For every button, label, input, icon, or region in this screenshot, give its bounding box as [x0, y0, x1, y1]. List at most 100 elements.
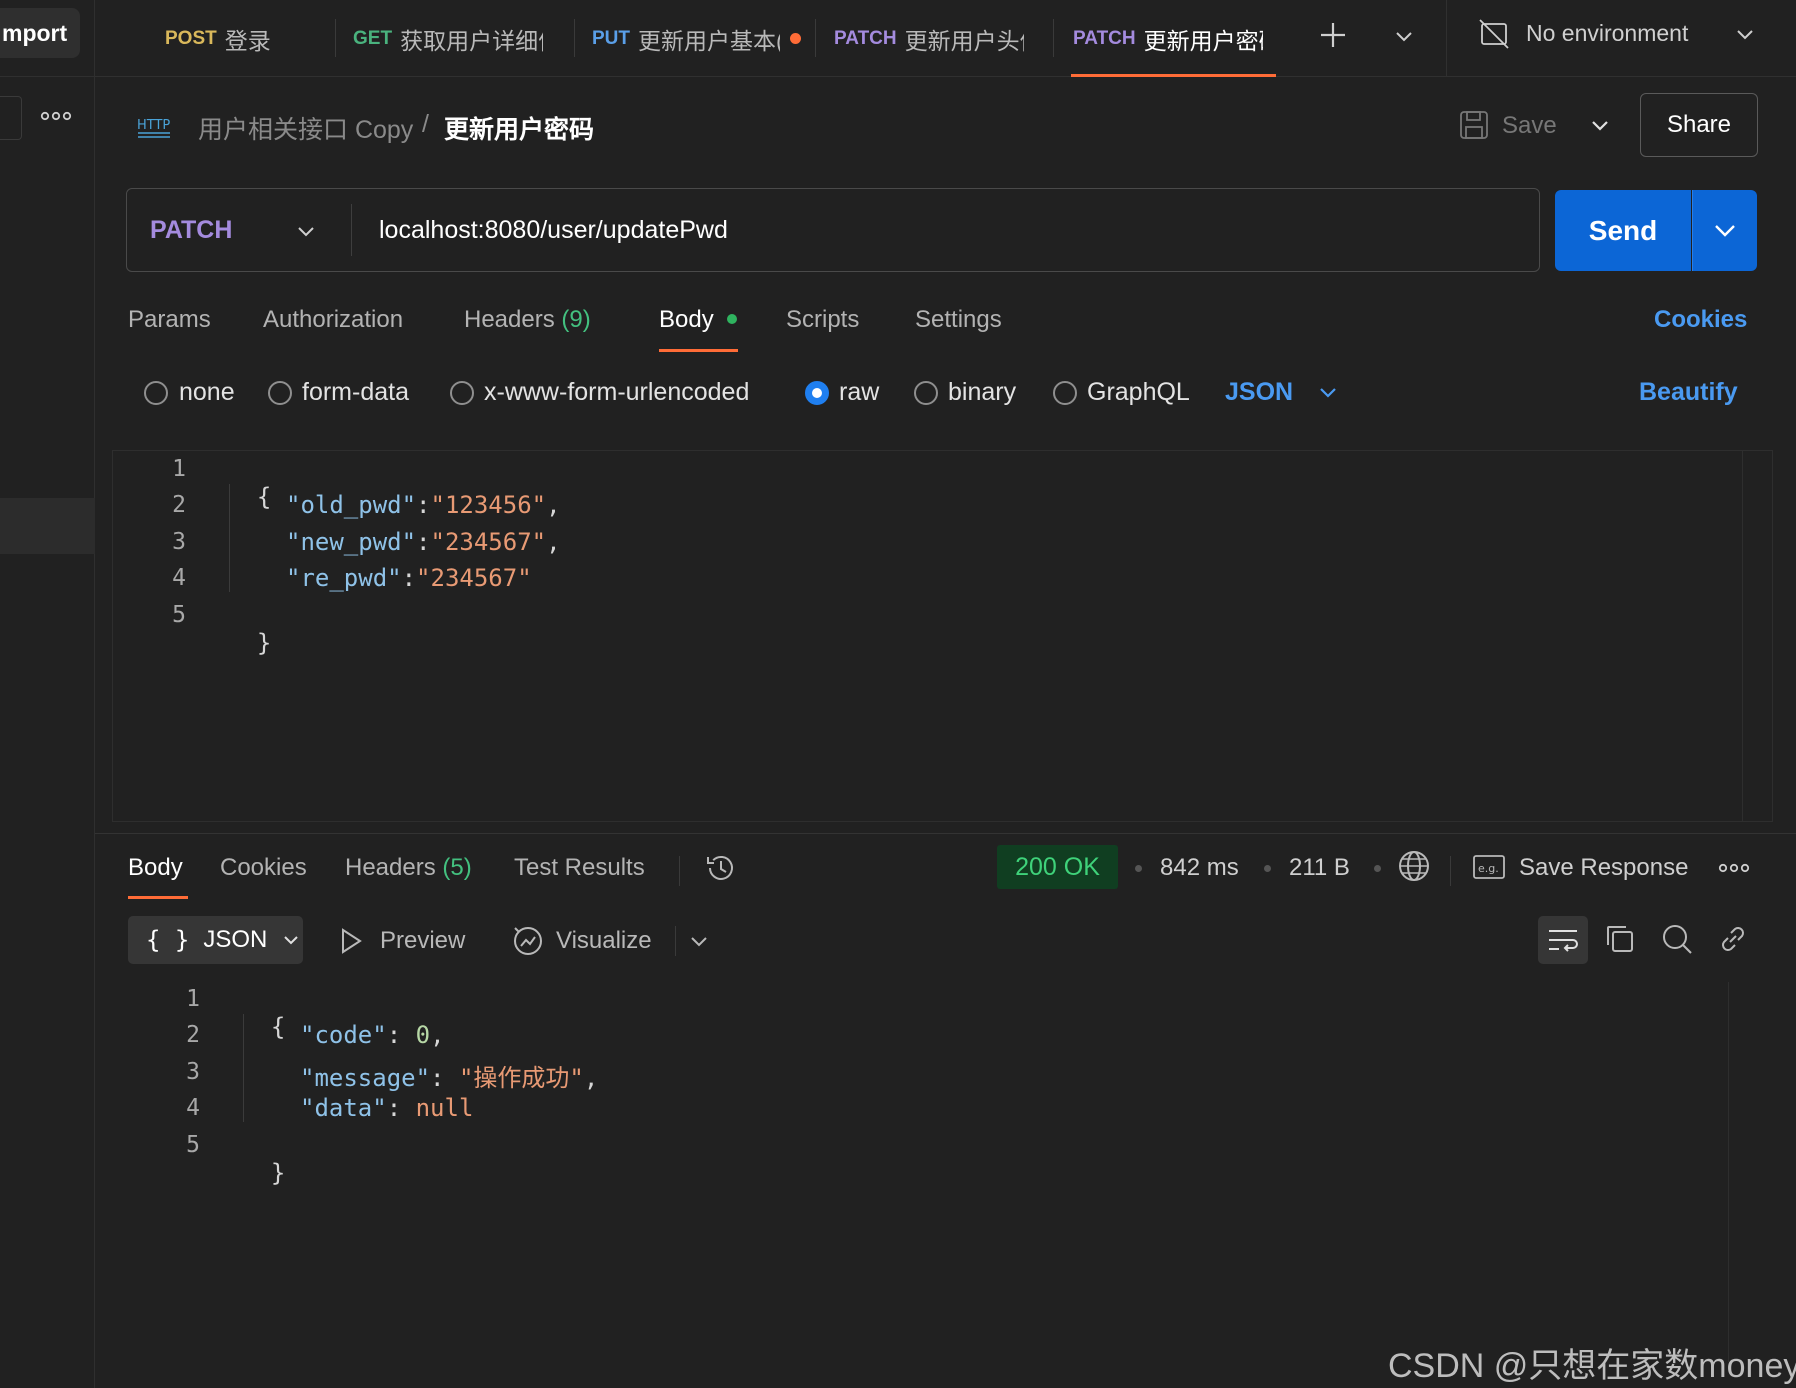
play-icon[interactable]: [338, 927, 364, 955]
tab-login[interactable]: POST 登录: [165, 0, 325, 77]
new-tab-plus-icon[interactable]: [1318, 20, 1348, 50]
pane-resize-handle[interactable]: [95, 833, 1796, 834]
meta-dot-separator: [1374, 865, 1381, 872]
tab-scripts[interactable]: Scripts: [786, 306, 859, 334]
json-brace: {: [256, 483, 272, 511]
json-brace: }: [270, 1159, 286, 1187]
tab-name: 登录: [224, 27, 271, 54]
line-number: 4: [186, 1095, 200, 1121]
tab-settings[interactable]: Settings: [915, 306, 1002, 334]
sidebar-selected-item[interactable]: [0, 498, 95, 554]
tab-update-user-info[interactable]: PUT 更新用户基本(: [592, 0, 804, 77]
tab-update-password[interactable]: PATCH 更新用户密码: [1073, 0, 1263, 77]
response-tab-headers[interactable]: Headers (5): [345, 854, 472, 882]
cookies-link[interactable]: Cookies: [1654, 306, 1747, 334]
svg-text:HTTP: HTTP: [137, 118, 170, 133]
line-number: 1: [186, 986, 200, 1012]
breadcrumb-collection[interactable]: 用户相关接口 Copy: [198, 110, 413, 146]
code-line: {: [228, 455, 271, 511]
json-string: "234567": [416, 564, 532, 592]
tabs-chevron-down-icon[interactable]: [1392, 24, 1416, 48]
send-options-button[interactable]: [1692, 190, 1757, 271]
radio-form-data-label[interactable]: form-data: [302, 378, 409, 407]
save-chevron-down-icon[interactable]: [1588, 113, 1612, 137]
radio-graphql-label[interactable]: GraphQL: [1087, 378, 1190, 407]
tab-body[interactable]: Body: [659, 306, 714, 334]
sidebar-more-icon[interactable]: [40, 102, 72, 130]
response-tab-test-results[interactable]: Test Results: [514, 854, 645, 882]
radio-raw[interactable]: [805, 381, 829, 405]
environment-selector[interactable]: No environment: [1526, 20, 1688, 47]
save-button[interactable]: Save: [1502, 112, 1557, 140]
copy-icon[interactable]: [1603, 922, 1637, 956]
wrap-lines-icon: [1549, 930, 1578, 952]
line-number: 2: [186, 1022, 200, 1048]
visualize-button[interactable]: Visualize: [556, 927, 652, 955]
radio-urlencoded[interactable]: [450, 381, 474, 405]
visualize-chevron-down-icon[interactable]: [687, 929, 711, 953]
radio-binary-label[interactable]: binary: [948, 378, 1016, 407]
watermark: CSDN @只想在家数money: [1388, 1347, 1796, 1385]
network-globe-icon[interactable]: [1397, 849, 1431, 883]
visualize-icon[interactable]: [511, 924, 545, 958]
breadcrumb-request-name[interactable]: 更新用户密码: [444, 110, 594, 146]
language-select[interactable]: JSON: [1225, 378, 1293, 407]
response-size[interactable]: 211 B: [1289, 854, 1350, 882]
link-icon[interactable]: [1716, 922, 1750, 956]
environment-chevron-down-icon[interactable]: [1733, 22, 1757, 46]
preview-button[interactable]: Preview: [380, 927, 465, 955]
json-key: "data": [300, 1094, 387, 1122]
url-input[interactable]: localhost:8080/user/updatePwd: [379, 216, 728, 245]
radio-binary[interactable]: [914, 381, 938, 405]
line-number: 5: [172, 602, 186, 628]
radio-none-label[interactable]: none: [179, 378, 235, 407]
tab-headers[interactable]: Headers (9): [464, 306, 591, 334]
line-number: 2: [172, 492, 186, 518]
history-icon[interactable]: [704, 851, 738, 885]
wrap-lines-button[interactable]: [1538, 916, 1588, 964]
radio-raw-label[interactable]: raw: [839, 378, 879, 407]
response-editor-scrollbar[interactable]: [1728, 982, 1729, 1362]
save-icon[interactable]: [1458, 109, 1490, 141]
format-chevron-down-icon: [284, 936, 299, 945]
response-tab-cookies[interactable]: Cookies: [220, 854, 307, 882]
json-comma: ,: [546, 491, 561, 519]
beautify-button[interactable]: Beautify: [1639, 378, 1738, 407]
tab-authorization[interactable]: Authorization: [263, 306, 403, 334]
sidebar: [0, 0, 95, 1388]
radio-graphql[interactable]: [1053, 381, 1077, 405]
response-time[interactable]: 842 ms: [1160, 854, 1239, 882]
import-button[interactable]: mport: [0, 8, 80, 58]
json-string: "234567": [430, 528, 547, 556]
tab-get-user-info[interactable]: GET 获取用户详细信: [353, 0, 543, 77]
radio-none[interactable]: [144, 381, 168, 405]
language-chevron-down-icon[interactable]: [1316, 380, 1340, 404]
tab-params[interactable]: Params: [128, 306, 211, 334]
example-icon: e.g.: [1472, 853, 1506, 881]
json-comma: ,: [546, 528, 561, 556]
line-number: 4: [172, 565, 186, 591]
tab-method: POST: [165, 27, 217, 49]
response-tab-body[interactable]: Body: [128, 854, 183, 882]
sidebar-search-box[interactable]: [0, 96, 22, 140]
method-select[interactable]: PATCH: [150, 216, 232, 245]
method-chevron-down-icon[interactable]: [294, 219, 318, 243]
response-more-icon[interactable]: [1718, 858, 1750, 886]
response-format-select[interactable]: { } JSON: [128, 916, 303, 964]
active-tab-indicator: [1071, 74, 1276, 77]
radio-form-data[interactable]: [268, 381, 292, 405]
status-badge[interactable]: 200 OK: [997, 845, 1118, 889]
url-bar: [126, 188, 1540, 272]
search-icon[interactable]: [1660, 922, 1694, 956]
body-modified-dot-icon: [727, 314, 737, 324]
share-button[interactable]: Share: [1640, 93, 1758, 157]
line-number: 5: [186, 1132, 200, 1158]
request-editor-scrollbar[interactable]: [1742, 451, 1743, 821]
send-button[interactable]: Send: [1555, 190, 1691, 271]
code-line: "re_pwd":"234567": [286, 564, 532, 592]
json-braces-icon: { }: [146, 926, 190, 954]
tab-update-avatar[interactable]: PATCH 更新用户头像: [834, 0, 1024, 77]
save-response-button[interactable]: Save Response: [1519, 854, 1688, 882]
radio-urlencoded-label[interactable]: x-www-form-urlencoded: [484, 378, 749, 407]
svg-text:e.g.: e.g.: [1478, 862, 1499, 875]
